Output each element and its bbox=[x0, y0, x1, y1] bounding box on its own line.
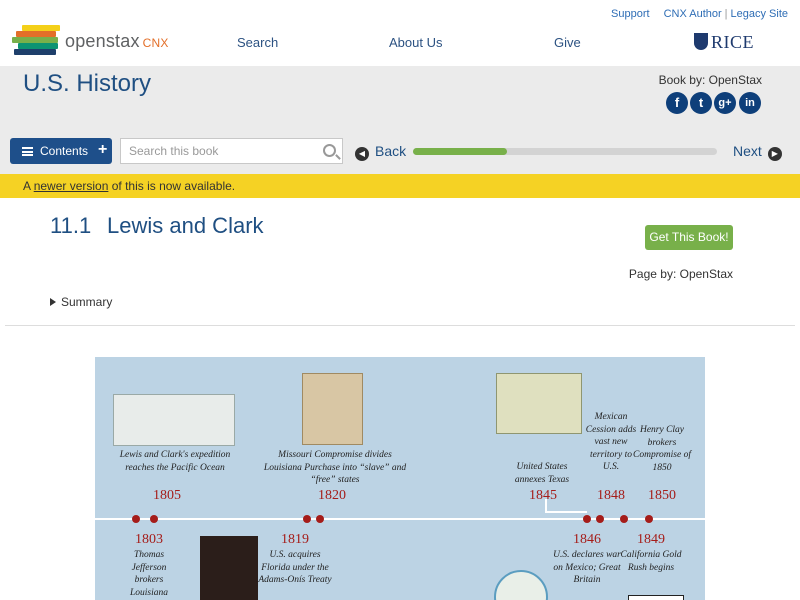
top-links: Support CNX Author | Legacy Site bbox=[611, 8, 788, 20]
openstax-logo-mark-icon bbox=[12, 25, 60, 55]
event-caption-1819: U.S. acquires Florida under the Adams-On… bbox=[258, 550, 332, 585]
site-header: openstax CNX Support CNX Author | Legacy Sit… bbox=[0, 0, 800, 66]
timeline-axis bbox=[95, 518, 705, 520]
book-title[interactable]: U.S. History bbox=[23, 70, 151, 98]
page-author: Page by: OpenStax bbox=[628, 267, 733, 281]
timeline-dot-1805 bbox=[150, 515, 158, 523]
arrow-right-icon: ▶ bbox=[767, 147, 782, 161]
cnx-author-link[interactable]: CNX Author bbox=[664, 8, 722, 20]
next-button[interactable]: Next ▶ bbox=[733, 143, 782, 161]
logo-text: openstax CNX bbox=[65, 31, 169, 51]
linkedin-icon[interactable]: in bbox=[739, 92, 761, 114]
timeline-dot-1845 bbox=[583, 515, 591, 523]
portrait-image bbox=[200, 536, 258, 600]
event-year-1849: 1849 bbox=[637, 532, 665, 547]
contents-button[interactable]: Contents + bbox=[10, 138, 112, 164]
back-button[interactable]: ◀ Back bbox=[355, 143, 406, 161]
timeline-dot-1849 bbox=[645, 515, 653, 523]
event-year-1803: 1803 bbox=[135, 532, 163, 547]
timeline-dot-1819 bbox=[303, 515, 311, 523]
event-year-1805: 1805 bbox=[153, 488, 181, 503]
event-caption-1803: Thomas Jefferson brokers Louisiana bbox=[129, 550, 168, 598]
newer-version-link[interactable]: newer version bbox=[34, 179, 109, 193]
event-caption-1850: Henry Clay brokers Compromise of 1850 bbox=[633, 425, 691, 473]
event-caption-1820: Missouri Compromise divides Louisiana Pu… bbox=[263, 450, 407, 485]
event-caption-1849: California Gold Rush begins bbox=[620, 550, 682, 573]
divider bbox=[5, 325, 795, 326]
section-title: Lewis and Clark bbox=[107, 213, 264, 238]
event-year-1819: 1819 bbox=[281, 532, 309, 547]
timeline-dot-1848 bbox=[620, 515, 628, 523]
book-author: Book by: OpenStax bbox=[658, 73, 762, 87]
event-year-1850: 1850 bbox=[648, 488, 676, 503]
rice-logo[interactable]: RICE bbox=[694, 32, 754, 53]
book-search bbox=[120, 138, 343, 164]
get-this-book-button[interactable]: Get This Book! bbox=[645, 225, 733, 250]
expedition-map-image bbox=[113, 394, 235, 446]
event-caption-1805: Lewis and Clark's expedition reaches the… bbox=[119, 450, 231, 473]
summary-toggle[interactable]: Summary bbox=[50, 295, 112, 309]
twitter-icon[interactable]: t bbox=[690, 92, 712, 114]
nav-about-us[interactable]: About Us bbox=[389, 35, 442, 50]
mexico-map-image bbox=[496, 373, 582, 434]
timeline-dot-1803 bbox=[132, 515, 140, 523]
support-link[interactable]: Support bbox=[611, 8, 650, 20]
section-number: 11.1 bbox=[50, 213, 92, 238]
arrow-left-icon: ◀ bbox=[355, 147, 369, 161]
facebook-icon[interactable]: f bbox=[666, 92, 688, 114]
timeline-figure: Lewis and Clark's expedition reaches the… bbox=[95, 357, 705, 600]
search-icon[interactable] bbox=[323, 144, 336, 157]
rice-shield-icon bbox=[694, 33, 708, 50]
event-year-1845: 1845 bbox=[529, 488, 557, 503]
event-caption-1845: United States annexes Texas bbox=[514, 462, 570, 485]
triangle-right-icon bbox=[50, 298, 56, 306]
globe-map-image bbox=[494, 570, 548, 600]
newspaper-image bbox=[628, 595, 684, 600]
progress-fill bbox=[413, 148, 508, 155]
google-plus-icon[interactable]: g+ bbox=[714, 92, 736, 114]
event-caption-1846: U.S. declares war on Mexico; Great Brita… bbox=[553, 550, 621, 585]
event-year-1846: 1846 bbox=[573, 532, 601, 547]
event-caption-1848: Mexican Cession adds vast new territory … bbox=[585, 412, 637, 472]
event-year-1820: 1820 bbox=[318, 488, 346, 503]
reading-progress-bar bbox=[413, 148, 717, 155]
timeline-dot-1820 bbox=[316, 515, 324, 523]
nav-search[interactable]: Search bbox=[237, 35, 278, 50]
version-notice: A newer version of this is now available… bbox=[0, 174, 800, 198]
legacy-site-link[interactable]: Legacy Site bbox=[731, 8, 788, 20]
plus-icon: + bbox=[98, 141, 108, 158]
openstax-logo[interactable]: openstax CNX bbox=[12, 25, 182, 57]
timeline-dot-1846 bbox=[596, 515, 604, 523]
missouri-compromise-document-image bbox=[302, 373, 363, 445]
list-icon bbox=[22, 147, 33, 156]
nav-give[interactable]: Give bbox=[554, 35, 581, 50]
search-input[interactable] bbox=[129, 143, 314, 159]
